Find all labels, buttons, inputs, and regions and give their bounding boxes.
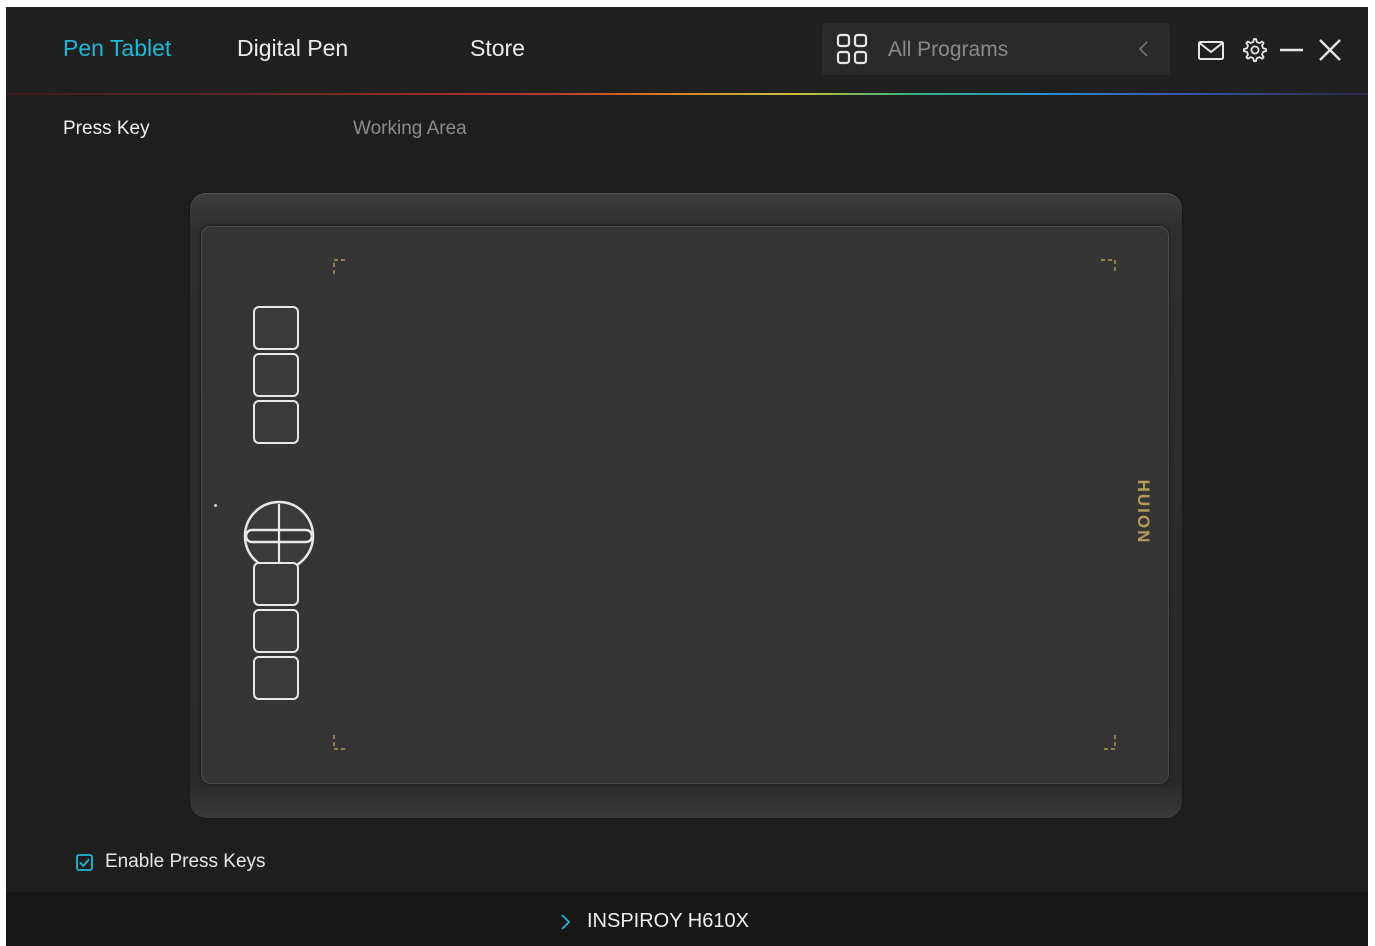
enable-press-keys-checkbox[interactable]: Enable Press Keys — [76, 851, 266, 873]
minimize-icon[interactable] — [1277, 35, 1307, 65]
program-selector[interactable]: All Programs — [822, 23, 1170, 75]
tab-digital-pen[interactable]: Digital Pen — [237, 35, 348, 62]
checkbox-checked-icon — [76, 853, 93, 871]
header-divider — [6, 93, 1368, 95]
enable-press-keys-label: Enable Press Keys — [105, 851, 266, 872]
chevron-left-icon[interactable] — [1136, 39, 1152, 59]
subtab-press-key[interactable]: Press Key — [63, 118, 150, 140]
press-key-5[interactable] — [253, 609, 299, 653]
device-selector[interactable]: INSPIROY H610X — [559, 910, 749, 933]
press-key-2[interactable] — [253, 353, 299, 397]
device-name: INSPIROY H610X — [587, 910, 749, 932]
corner-mark-bottom-left — [333, 735, 348, 750]
tab-pen-tablet[interactable]: Pen Tablet — [63, 35, 171, 62]
indicator-dot — [214, 504, 217, 507]
corner-mark-top-left — [333, 259, 348, 274]
top-bar: Pen Tablet Digital Pen Store All Program… — [6, 7, 1368, 93]
press-key-6[interactable] — [253, 656, 299, 700]
corner-mark-bottom-right — [1101, 735, 1116, 750]
press-key-3[interactable] — [253, 400, 299, 444]
press-key-4[interactable] — [253, 562, 299, 606]
close-icon[interactable] — [1315, 35, 1345, 65]
subtab-working-area[interactable]: Working Area — [353, 118, 467, 140]
brand-logo: HUION — [1131, 472, 1155, 552]
chevron-right-icon — [561, 913, 571, 930]
program-selector-label: All Programs — [888, 38, 1009, 61]
mail-icon[interactable] — [1196, 35, 1226, 65]
device-bar: INSPIROY H610X — [6, 892, 1368, 946]
press-key-1[interactable] — [253, 306, 299, 350]
grid-icon — [836, 33, 868, 65]
app-window: Pen Tablet Digital Pen Store All Program… — [6, 7, 1368, 946]
gear-icon[interactable] — [1239, 35, 1269, 65]
tablet-active-area: HUION — [201, 226, 1169, 784]
tab-store[interactable]: Store — [470, 35, 525, 62]
brand-logo-text: HUION — [1134, 479, 1153, 545]
corner-mark-top-right — [1101, 259, 1116, 274]
tablet-illustration: HUION — [190, 193, 1182, 818]
